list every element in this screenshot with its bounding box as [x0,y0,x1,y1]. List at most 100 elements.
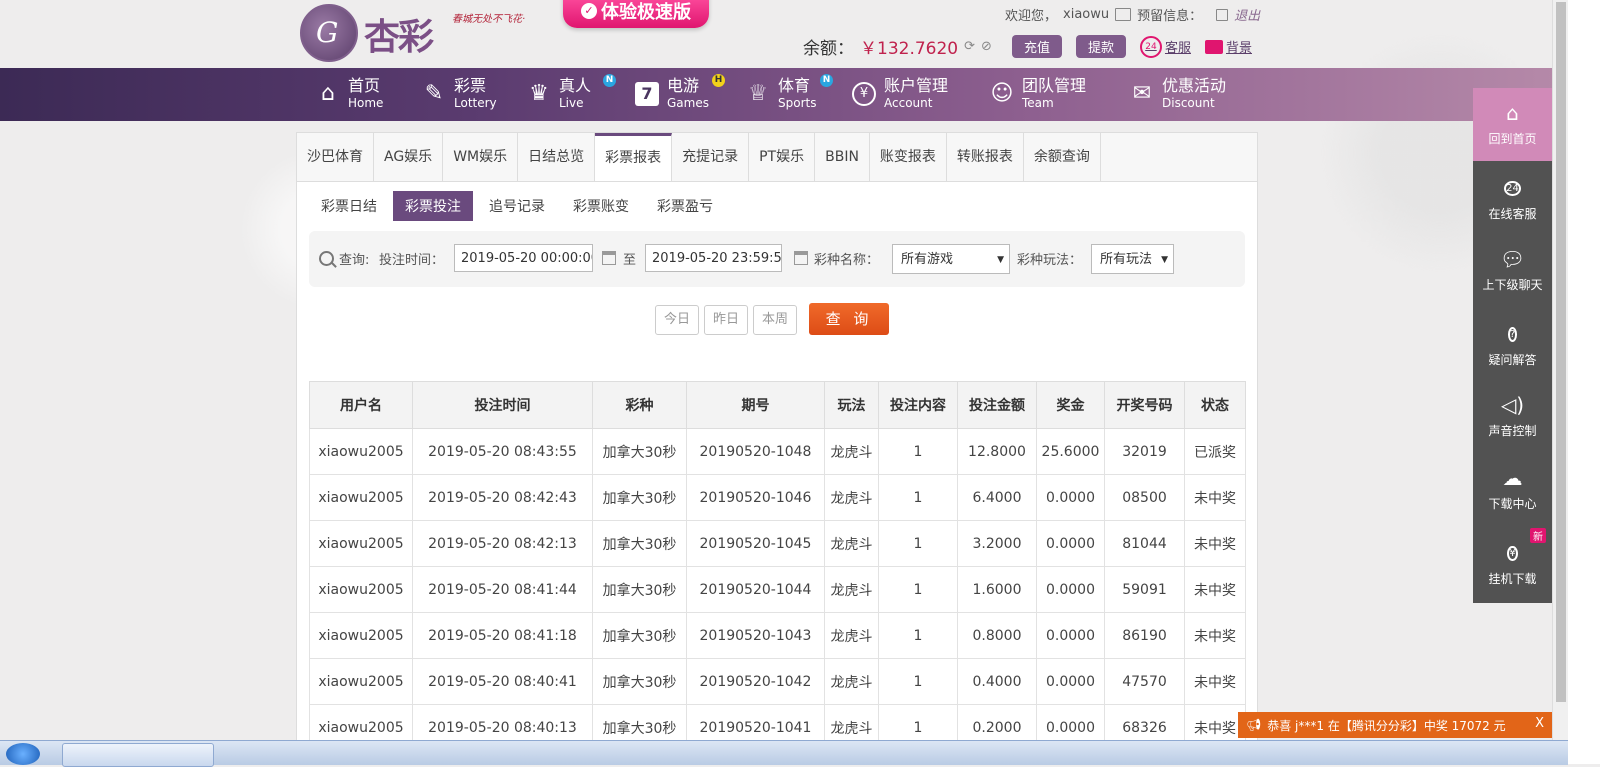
this-week-button[interactable]: 本周 [753,305,797,335]
tab-wm[interactable]: WM娱乐 [443,133,519,181]
table-cell: xiaowu2005 [309,566,413,613]
withdraw-button[interactable]: 提款 [1075,35,1126,58]
tab-lottery-report[interactable]: 彩票报表 [595,133,673,181]
sidebar-item-home[interactable]: ⌂ 回到首页 [1473,88,1552,161]
hide-balance-icon[interactable]: ⊘ [981,39,992,54]
start-time-input[interactable]: 2019-05-20 00:00:00 [454,244,593,272]
scrollbar-thumb[interactable] [1556,2,1566,702]
game-select[interactable]: 所有游戏 [892,244,1010,275]
taskbar-window[interactable] [62,743,214,767]
tab-balance-query[interactable]: 余额查询 [1024,133,1101,181]
sidebar-item-chat[interactable]: 💬︎ 上下级聊天 [1473,234,1552,307]
nav-lottery-en: Lottery [454,96,497,110]
tab-saba-sports[interactable]: 沙巴体育 [297,133,374,181]
sidebar-item-label: 挂机下载 [1488,572,1537,586]
nav-account[interactable]: ¥ 账户管理 Account [852,78,948,109]
table-cell: 龙虎斗 [824,474,879,521]
user-info: 欢迎您， xiaowu 预留信息： 退出 [1005,5,1260,24]
nav-live[interactable]: ♛ 真人 Live N [527,74,616,109]
tab-daily-overview[interactable]: 日结总览 [518,133,596,181]
nav-account-zh: 账户管理 [884,76,949,95]
new-badge: N [603,74,616,87]
sidebar-item-online-service[interactable]: 24 在线客服 [1473,161,1552,234]
table-cell: 20190520-1043 [686,612,825,659]
bet-time-label: 投注时间： [379,253,445,268]
os-taskbar [0,740,1568,767]
customer-service-link[interactable]: 24 客服 [1139,35,1191,58]
site-logo[interactable]: G 杏彩 春城无处不飞花· [300,2,560,62]
speed-version-button[interactable]: ✓ 体验极速版 [563,0,709,28]
close-icon[interactable]: X [1535,716,1544,731]
nav-discount[interactable]: ✉ 优惠活动 Discount [1130,78,1226,110]
nav-games[interactable]: 7 电游 Games H [635,74,725,109]
calendar-icon[interactable] [602,251,616,265]
table-cell: 59091 [1104,566,1185,613]
start-button[interactable] [6,743,40,765]
main-nav: ⌂ 首页 Home ✎ 彩票 Lottery ♛ 真人 Live N 7 电游 Game… [0,68,1568,121]
table-row: xiaowu2005 2019-05-20 08:41:18 加拿大30秒 20190… [309,612,1246,659]
table-cell: 1 [878,612,958,659]
tab-deposit-withdraw[interactable]: 充提记录 [672,133,750,181]
table-cell: 0.0000 [1036,520,1105,567]
subtab-chase-records[interactable]: 追号记录 [477,191,557,221]
end-time-input[interactable]: 2019-05-20 23:59:59 [645,244,782,272]
column-header: 奖金 [1036,381,1105,429]
table-cell: 加拿大30秒 [592,428,687,475]
subtab-lottery-daily[interactable]: 彩票日结 [309,191,389,221]
edit-icon[interactable] [1216,8,1229,21]
table-cell: 1 [878,428,958,475]
tab-ag[interactable]: AG娱乐 [374,133,444,181]
table-header-row: 用户名 投注时间 彩种 期号 玩法 投注内容 投注金额 奖金 开奖号码 状态 [309,381,1246,429]
subtab-lottery-bets[interactable]: 彩票投注 [393,191,473,221]
nav-team-en: Team [1022,96,1054,110]
nav-team[interactable]: ☺ 团队管理 Team [990,78,1086,110]
nav-lottery[interactable]: ✎ 彩票 Lottery [422,76,497,110]
refresh-icon[interactable]: ⟳ [964,39,975,54]
mail-icon[interactable] [1115,8,1132,21]
yesterday-button[interactable]: 昨日 [704,305,748,335]
sidebar-item-bot-download[interactable]: 新 ¥ 挂机下载 [1473,526,1552,599]
background-link[interactable]: 背景 [1204,37,1252,56]
table-cell: 20190520-1045 [686,520,825,567]
nav-sports[interactable]: ♕ 体育 Sports N [746,74,833,109]
calendar-icon[interactable] [794,251,808,265]
question-icon: ? [1507,327,1518,342]
tab-transfer-report[interactable]: 转账报表 [947,133,1024,181]
table-cell: 1 [878,658,958,705]
table-cell: 0.8000 [957,612,1037,659]
gift-icon: ✉ [1132,81,1152,106]
column-header: 玩法 [824,381,879,429]
play-type-select[interactable]: 所有玩法 [1091,244,1174,275]
deposit-button[interactable]: 充值 [1011,35,1062,58]
table-cell: 08500 [1104,474,1185,521]
logout-link[interactable]: 退出 [1234,5,1260,24]
nav-home[interactable]: ⌂ 首页 Home [316,78,383,110]
nav-lottery-zh: 彩票 [454,76,487,95]
sidebar-item-download[interactable]: ☁ 下载中心 [1473,453,1552,526]
vertical-scrollbar[interactable] [1552,0,1569,764]
sidebar-item-faq[interactable]: ? 疑问解答 [1473,307,1552,380]
logo-text: 杏彩 [364,16,434,58]
slot-seven-icon: 7 [635,81,659,106]
search-button[interactable]: 查 询 [809,303,889,335]
ticket-icon: ✎ [424,81,444,106]
column-header: 投注内容 [878,381,958,429]
sidebar-item-sound[interactable]: ◁) 声音控制 [1473,380,1552,453]
status-cell: 未中奖 [1184,658,1246,705]
sidebar-item-label: 上下级聊天 [1482,278,1543,292]
top-header: G 杏彩 春城无处不飞花· ✓ 体验极速版 欢迎您， xiaowu 预留信息： … [0,0,1568,68]
hot-badge: H [712,74,725,87]
table-cell: 1 [878,566,958,613]
table-cell: 20190520-1048 [686,428,825,475]
sidebar-item-label: 回到首页 [1488,132,1537,146]
tab-account-change[interactable]: 账变报表 [870,133,947,181]
money-bag-icon: ¥ [1507,546,1518,561]
table-cell: 加拿大30秒 [592,566,687,613]
subtab-lottery-profit[interactable]: 彩票盈亏 [645,191,725,221]
today-button[interactable]: 今日 [655,305,699,335]
trophy-icon: ♕ [748,81,768,106]
new-badge: 新 [1530,528,1546,543]
tab-pt[interactable]: PT娱乐 [749,133,816,181]
subtab-lottery-account-change[interactable]: 彩票账变 [561,191,641,221]
tab-bbin[interactable]: BBIN [815,133,870,181]
